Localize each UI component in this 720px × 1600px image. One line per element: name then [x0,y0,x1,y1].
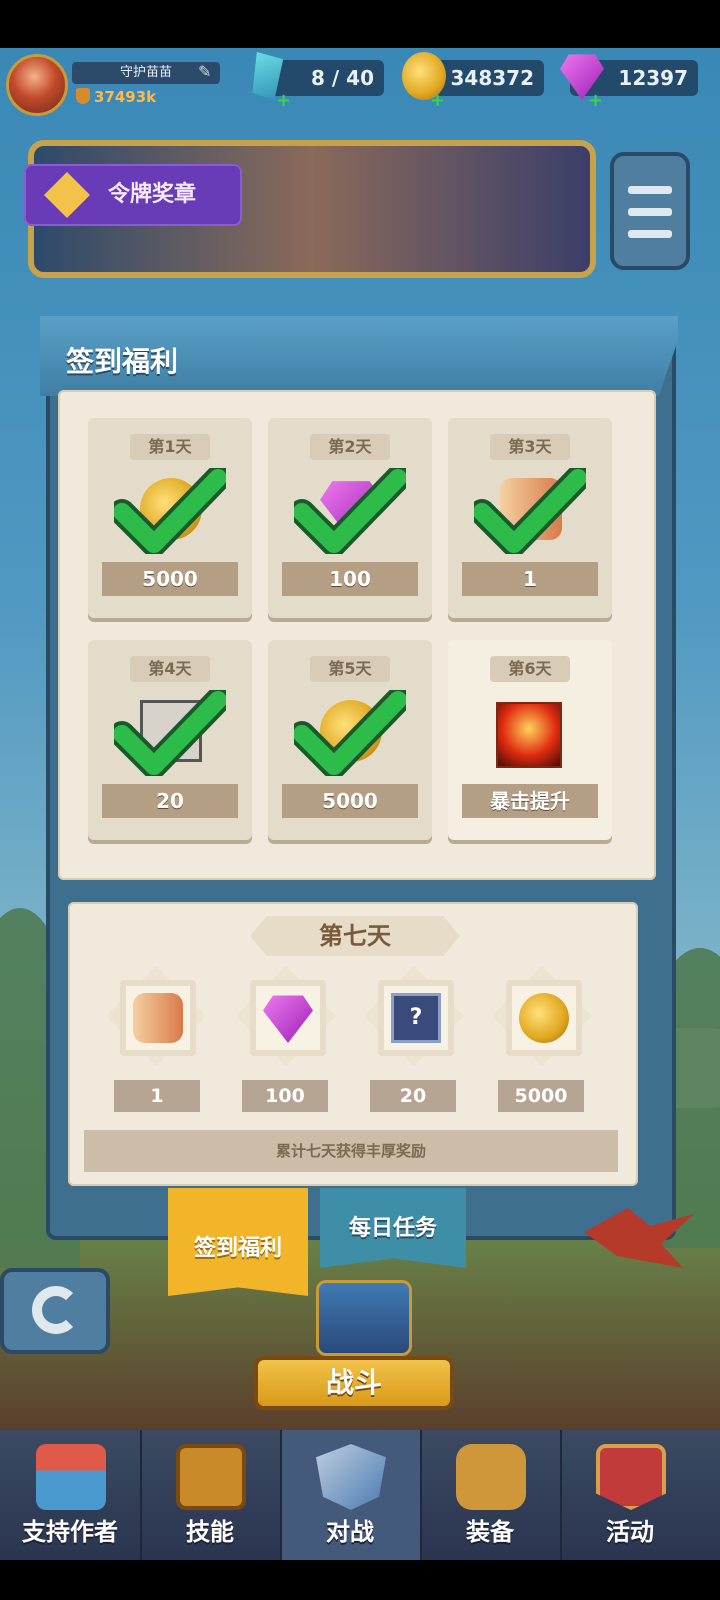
day-card-4[interactable]: 第4天 20 [88,640,252,840]
reward-amount: 1 [114,1080,200,1112]
back-button[interactable] [0,1268,110,1354]
check-icon [114,468,226,554]
day-label: 第4天 [130,656,210,682]
check-icon [114,690,226,776]
player-avatar[interactable] [6,54,68,116]
event-badge-icon [596,1444,666,1510]
shield-icon [76,88,90,104]
token-medal-label: 令牌奖章 [108,182,197,207]
day-label: 第5天 [310,656,390,682]
battle-button[interactable]: 战斗 [254,1356,454,1410]
mystery-box-icon: ? [391,993,441,1043]
nav-label: 活动 [606,1518,654,1546]
reward-amount: 5000 [102,562,238,596]
day-label: 第1天 [130,434,210,460]
check-icon [294,468,406,554]
menu-icon-bar [628,208,672,216]
back-arrow-icon [32,1286,80,1334]
nav-equipment[interactable]: 装备 [420,1430,560,1560]
menu-icon [628,186,672,194]
reward-amount: 1 [462,562,598,596]
nav-divider [140,1430,142,1560]
nav-events[interactable]: 活动 [560,1430,700,1560]
bottom-nav: 支持作者 技能 对战 装备 活动 [0,1430,720,1560]
add-energy-icon[interactable]: + [276,90,291,111]
tab-checkin-label: 签到福利 [193,1236,282,1261]
check-icon [294,690,406,776]
tab-daily-tasks[interactable]: 每日任务 [320,1188,466,1268]
coin-value: 348372 [450,66,535,90]
day-card-2[interactable]: 第2天 100 [268,418,432,618]
nav-support[interactable]: 支持作者 [0,1430,140,1560]
reward-amount: 5000 [498,1080,584,1112]
reward-amount: 100 [282,562,418,596]
power-value: 37493k [94,88,157,106]
system-home-bar [0,1560,720,1600]
reward-amount: 100 [242,1080,328,1112]
day-label: 第2天 [310,434,390,460]
seventh-day-footer: 累计七天获得丰厚奖励 [84,1130,618,1172]
coin-counter[interactable]: + 348372 [402,52,544,111]
top-status-bar: 守护苗苗 ✎ 37493k + 8 / 40 + 348372 + 12397 [0,48,720,118]
token-medal-tag[interactable]: 令牌奖章 [24,164,242,226]
tab-checkin[interactable]: 签到福利 [168,1188,308,1296]
skill-book-icon [176,1444,246,1510]
energy-value: 8 / 40 [311,66,374,90]
gem-counter[interactable]: + 12397 [560,54,698,111]
gem-value: 12397 [618,66,688,90]
seventh-day-title: 第七天 [319,922,391,950]
nav-divider [280,1430,282,1560]
add-coin-icon[interactable]: + [430,90,445,111]
tab-daily-label: 每日任务 [348,1216,437,1241]
reward-amount: 20 [102,784,238,818]
backpack-icon [456,1444,526,1510]
critical-boost-icon [496,702,562,768]
reward-amount: 20 [370,1080,456,1112]
nav-divider [560,1430,562,1560]
add-gem-icon[interactable]: + [588,90,603,111]
reward-amount: 5000 [282,784,418,818]
nav-battle[interactable]: 对战 [280,1430,420,1560]
reward-amount: 暴击提升 [462,784,598,818]
panel-title: 签到福利 [66,345,179,378]
day-card-5[interactable]: 第5天 5000 [268,640,432,840]
energy-counter[interactable]: + 8 / 40 [252,52,384,111]
nav-divider [420,1430,422,1560]
scroll-icon [133,993,183,1043]
day-card-6[interactable]: 第6天 暴击提升 [448,640,612,840]
check-icon [474,468,586,554]
nav-label: 装备 [466,1518,514,1546]
battle-swords-icon [316,1444,386,1510]
coin-icon [519,993,569,1043]
menu-button[interactable] [610,152,690,270]
nav-label: 技能 [186,1518,234,1546]
day-label: 第6天 [490,656,570,682]
player-power: 37493k [76,88,156,106]
nav-label: 对战 [326,1518,374,1546]
crown-icon [44,172,90,218]
treasure-chest[interactable] [316,1280,412,1356]
battle-label: 战斗 [325,1366,382,1399]
nav-label: 支持作者 [22,1518,118,1546]
menu-icon-bar [628,230,672,238]
nav-skills[interactable]: 技能 [140,1430,280,1560]
day-label: 第3天 [490,434,570,460]
edit-name-icon[interactable]: ✎ [198,62,218,82]
shop-icon [36,1444,106,1510]
day-card-1[interactable]: 第1天 5000 [88,418,252,618]
day-card-3[interactable]: 第3天 1 [448,418,612,618]
